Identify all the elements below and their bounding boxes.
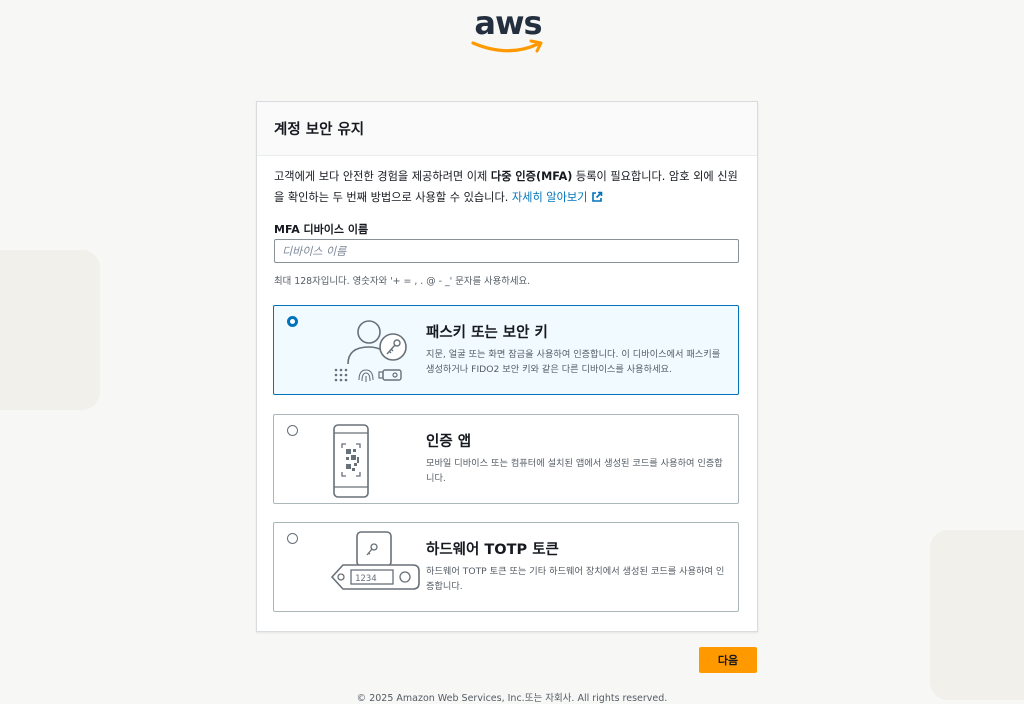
option-passkey[interactable]: 패스키 또는 보안 키 지문, 얼굴 또는 화면 잠금을 사용하여 인증합니다.…: [273, 305, 739, 395]
option-authenticator-app-title: 인증 앱: [426, 434, 472, 450]
aws-logo: aws: [470, 4, 546, 56]
radio-authenticator-app[interactable]: [287, 425, 298, 436]
external-link-icon: [592, 191, 603, 202]
option-passkey-title: 패스키 또는 보안 키: [426, 325, 548, 341]
intro-text-part1: 고객에게 보다 안전한 경험을 제공하려면 이제: [274, 170, 491, 183]
next-button[interactable]: 다음: [699, 647, 757, 673]
authenticator-app-illustration-icon: [333, 424, 369, 498]
option-hardware-totp-title: 하드웨어 TOTP 토큰: [426, 542, 559, 558]
learn-more-label: 자세히 알아보기: [511, 191, 588, 204]
intro-text: 고객에게 보다 안전한 경험을 제공하려면 이제 다중 인증(MFA) 등록이 …: [274, 166, 744, 208]
card-title: 계정 보안 유지: [257, 102, 757, 156]
option-passkey-description: 지문, 얼굴 또는 화면 잠금을 사용하여 인증합니다. 이 디바이스에서 패스…: [426, 349, 721, 375]
intro-text-bold: 다중 인증(MFA): [490, 170, 573, 183]
aws-smile-icon: [471, 39, 543, 53]
learn-more-link[interactable]: 자세히 알아보기: [512, 191, 604, 204]
radio-hardware-totp[interactable]: [287, 533, 298, 544]
mfa-setup-card: 계정 보안 유지 고객에게 보다 안전한 경험을 제공하려면 이제 다중 인증(…: [256, 101, 758, 632]
hardware-token-illustration-icon: 1234: [330, 531, 420, 590]
background-shape-right: [930, 530, 1024, 700]
background-shape-left: [0, 250, 100, 410]
option-authenticator-app-description: 모바일 디바이스 또는 컴퓨터에 설치된 앱에서 생성된 코드를 사용하여 인증…: [426, 458, 723, 484]
device-name-hint: 최대 128자입니다. 영숫자와 '+ = , . @ - _' 문자를 사용하…: [274, 276, 531, 287]
footer-copyright: © 2025 Amazon Web Services, Inc.또는 자회사. …: [356, 693, 668, 704]
option-hardware-totp-description: 하드웨어 TOTP 토큰 또는 기타 하드웨어 장치에서 생성된 코드를 사용하…: [426, 566, 725, 592]
aws-logo-text: aws: [474, 4, 542, 42]
passkey-illustration-icon: [334, 320, 407, 382]
option-hardware-totp[interactable]: 1234 하드웨어 TOTP 토큰 하드웨어 TOTP 토큰 또는 기타 하드웨…: [273, 522, 739, 612]
device-name-input[interactable]: [274, 239, 739, 263]
device-name-label: MFA 디바이스 이름: [274, 223, 369, 236]
option-authenticator-app[interactable]: 인증 앱 모바일 디바이스 또는 컴퓨터에 설치된 앱에서 생성된 코드를 사용…: [273, 414, 739, 504]
token-display-text: 1234: [355, 574, 377, 584]
radio-passkey[interactable]: [287, 316, 298, 327]
